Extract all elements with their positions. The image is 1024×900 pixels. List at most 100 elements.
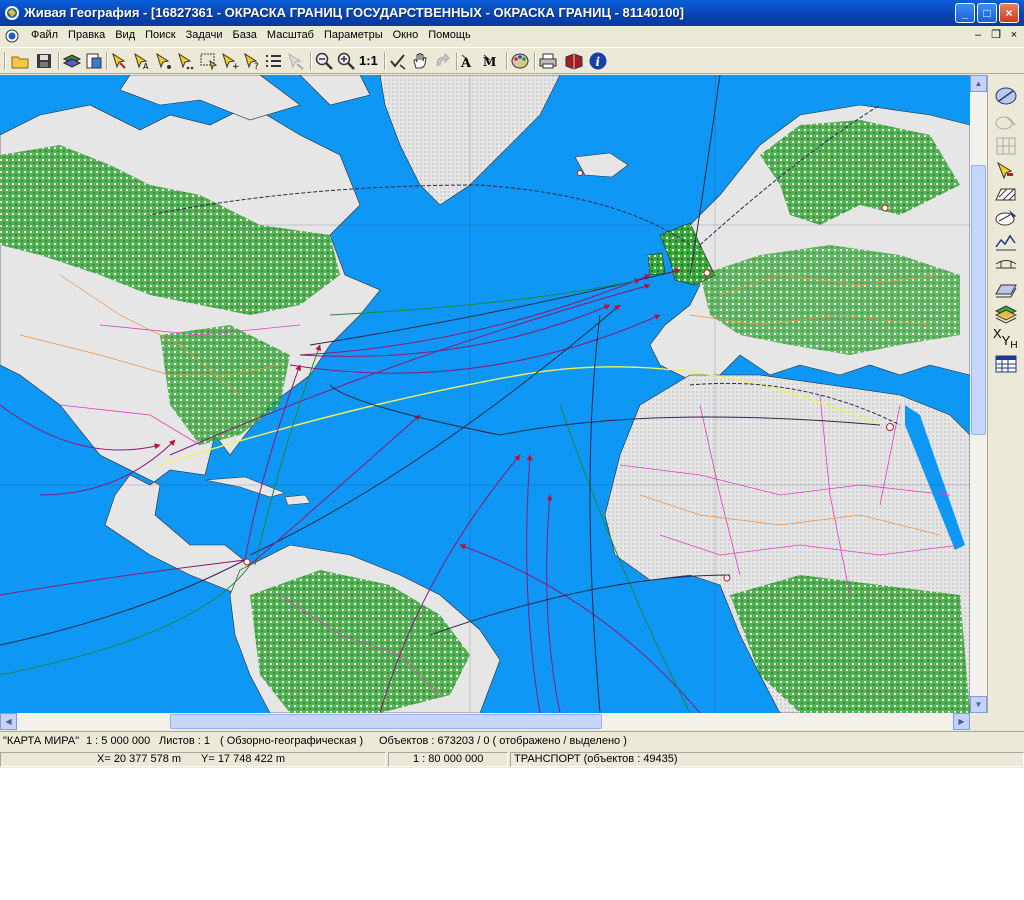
app-logo-icon [5,6,19,20]
maximize-button[interactable]: □ [977,3,997,23]
arctic-islands [119,75,371,121]
area-edit-icon[interactable] [993,207,1019,229]
scrollbar-corner [970,713,1024,730]
map-type: ( Обзорно-географическая ) [220,735,363,747]
svg-text:M: M [483,55,496,69]
profile-icon[interactable] [993,231,1019,253]
info-icon[interactable]: i [588,51,608,71]
printer-icon[interactable] [538,51,558,71]
toolbar-separator [456,52,458,70]
object-list-icon[interactable] [264,51,284,71]
open-folder-icon[interactable] [10,51,30,71]
menu-edit[interactable]: Правка [63,29,110,41]
text-label-icon[interactable]: A [460,51,480,71]
main-menu: Файл Правка Вид Поиск Задачи База Масшта… [26,29,476,41]
menu-parameters[interactable]: Параметры [319,29,388,41]
select-multi-icon[interactable] [176,51,196,71]
scroll-down-icon[interactable]: ▼ [970,696,987,713]
toolbar-grip [4,52,6,70]
menu-tasks[interactable]: Задачи [181,29,228,41]
svg-text:A: A [143,62,149,71]
mdi-restore-button[interactable]: ❐ [988,28,1004,42]
y-coordinate: Y= 17 748 422 m [201,753,286,765]
view-scale-panel: 1 : 80 000 000 [388,752,508,767]
map-info-bar: "КАРТА МИРА" 1 : 5 000 000 Листов : 1 ( … [0,731,1024,751]
menu-bar: Файл Правка Вид Поиск Задачи База Масшта… [0,26,1024,46]
menu-search[interactable]: Поиск [140,29,180,41]
layer-list-icon[interactable] [84,51,104,71]
vertical-scrollbar[interactable]: ▲ ▼ [970,75,987,713]
palette-icon[interactable] [510,51,530,71]
menu-help[interactable]: Помощь [423,29,476,41]
save-icon[interactable] [34,51,54,71]
toolbar-separator [506,52,508,70]
measure-icon[interactable] [993,85,1019,107]
main-toolbar: A + ? 1:1 A M i [0,47,1024,74]
book-icon[interactable] [564,51,584,71]
close-button[interactable]: × [999,3,1019,23]
zoom-out-icon[interactable] [314,51,334,71]
layer-info: ТРАНСПОРТ (объектов : 49435) [514,753,678,765]
world-map[interactable] [0,75,970,713]
scale-one-to-one-button[interactable]: 1:1 [359,53,379,73]
redo-icon[interactable] [432,51,452,71]
select-query-icon[interactable]: ? [242,51,262,71]
select-text-icon[interactable]: A [132,51,152,71]
title-bar[interactable]: Живая География - [16827361 - ОКРАСКА ГР… [0,0,1024,26]
menu-database[interactable]: База [228,29,262,41]
toolbar-separator [384,52,386,70]
mdi-close-button[interactable]: × [1006,28,1022,42]
horizontal-scrollbar[interactable]: ◀ ▶ [0,713,970,730]
clear-selection-icon[interactable] [286,51,306,71]
select-rect-icon[interactable] [198,51,218,71]
map-scale: 1 : 5 000 000 [86,735,151,747]
horizontal-scroll-thumb[interactable] [170,714,602,729]
central-africa-forest [730,575,970,713]
menu-scale[interactable]: Масштаб [262,29,319,41]
menu-view[interactable]: Вид [110,29,140,41]
layers-icon[interactable] [62,51,82,71]
map-canvas[interactable] [0,75,970,713]
vertical-scroll-thumb[interactable] [971,165,986,435]
layer-info-panel: ТРАНСПОРТ (объектов : 49435) [510,752,1024,767]
scroll-left-icon[interactable]: ◀ [0,713,17,730]
sheet-count: Листов : 1 [159,735,211,747]
select-add-icon[interactable]: + [220,51,240,71]
scroll-right-icon[interactable]: ▶ [953,713,970,730]
menu-window[interactable]: Окно [388,29,424,41]
document-icon[interactable] [4,28,20,44]
cut-tool-icon[interactable] [993,111,1019,133]
hand-pan-icon[interactable] [410,51,430,71]
toolbar-separator [106,52,108,70]
check-icon[interactable] [388,51,408,71]
text-edit-icon[interactable]: M [482,51,502,71]
map-name: "КАРТА МИРА" [3,735,80,747]
svg-text:+: + [232,62,240,71]
zoom-in-icon[interactable] [336,51,356,71]
xyh-icon[interactable]: XYH [993,327,1019,351]
view-scale: 1 : 80 000 000 [413,753,484,765]
select-point-icon[interactable] [110,51,130,71]
svg-text:?: ? [254,62,259,71]
toolbar-separator [58,52,60,70]
hispaniola-island [284,494,311,506]
scroll-up-icon[interactable]: ▲ [970,75,987,92]
mdi-minimize-button[interactable]: – [970,28,986,42]
minimize-button[interactable]: _ [955,3,975,23]
toolbar-separator [534,52,536,70]
select-group-icon[interactable] [154,51,174,71]
svg-text:i: i [596,55,601,69]
grid-disabled-icon[interactable] [993,135,1019,157]
menu-file[interactable]: Файл [26,29,63,41]
application-window: Живая География - [16827361 - ОКРАСКА ГР… [0,0,1024,768]
hatch-area-icon[interactable] [993,183,1019,205]
window-title: Живая География - [16827361 - ОКРАСКА ГР… [24,5,684,20]
status-bar: X= 20 377 578 m Y= 17 748 422 m 1 : 80 0… [0,751,1024,768]
toolbar-separator [310,52,312,70]
pencil-icon[interactable] [993,159,1019,181]
xyh-h-label: H [1010,340,1018,351]
layers-stack-icon[interactable] [993,303,1019,325]
table-icon[interactable] [993,353,1019,375]
bridge-icon[interactable] [993,255,1019,277]
sheet-icon[interactable] [993,279,1019,301]
